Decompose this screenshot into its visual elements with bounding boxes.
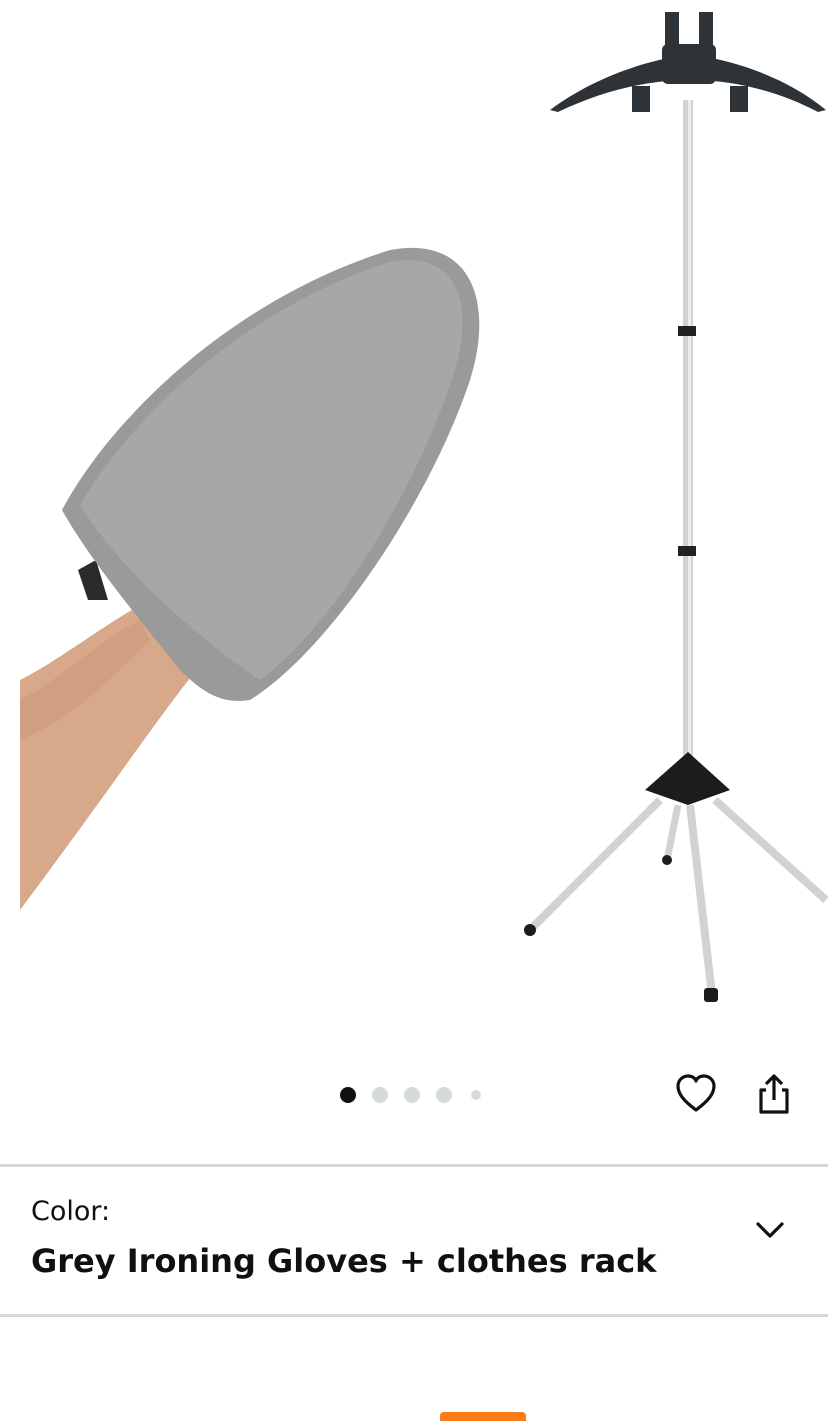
divider <box>0 1314 828 1317</box>
carousel-dot[interactable] <box>340 1087 356 1103</box>
color-label: Color: <box>31 1196 111 1227</box>
product-photo <box>20 12 828 1002</box>
selected-color-value: Grey Ironing Gloves + clothes rack <box>31 1242 657 1280</box>
divider <box>0 1164 828 1167</box>
carousel-dot[interactable] <box>471 1090 481 1100</box>
carousel-dot[interactable] <box>436 1087 452 1103</box>
heart-icon <box>676 1074 716 1112</box>
chevron-down-icon[interactable] <box>752 1216 788 1244</box>
color-selector[interactable]: Color: Grey Ironing Gloves + clothes rac… <box>0 1168 828 1314</box>
bottom-tab-indicator <box>440 1412 526 1421</box>
share-button[interactable] <box>752 1072 796 1116</box>
image-carousel-indicator[interactable] <box>340 1086 497 1104</box>
wishlist-button[interactable] <box>674 1072 718 1116</box>
carousel-dot[interactable] <box>404 1087 420 1103</box>
carousel-dot[interactable] <box>372 1087 388 1103</box>
share-icon <box>759 1074 789 1114</box>
product-image[interactable] <box>0 0 828 1050</box>
